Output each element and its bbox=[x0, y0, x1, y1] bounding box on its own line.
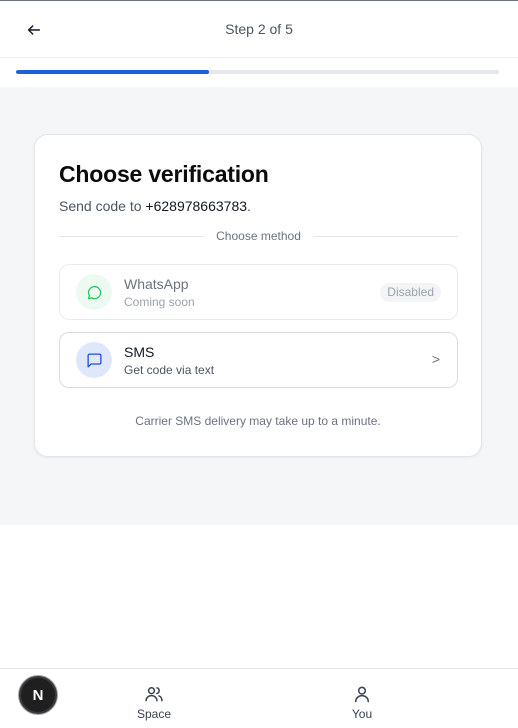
divider-line-left bbox=[59, 235, 205, 237]
method-option-whatsapp: WhatsApp Coming soon Disabled bbox=[59, 264, 458, 320]
divider-line-right bbox=[312, 235, 459, 237]
chat-bubble-icon bbox=[87, 285, 101, 299]
chevron-right-icon: > bbox=[431, 351, 440, 367]
sms-icon-circle bbox=[76, 342, 112, 378]
step-indicator: Step 2 of 5 bbox=[225, 21, 293, 37]
nav-label: You bbox=[351, 707, 373, 721]
disabled-badge: Disabled bbox=[380, 283, 441, 302]
header: Step 2 of 5 bbox=[0, 1, 518, 58]
subtitle-prefix: Send code to bbox=[59, 198, 142, 214]
app-logo-button[interactable]: N bbox=[19, 676, 57, 714]
delivery-note: Carrier SMS delivery may take up to a mi… bbox=[135, 414, 381, 428]
progress-bar-fill bbox=[16, 70, 210, 74]
method-description: Coming soon bbox=[124, 295, 195, 309]
nav-label: Space bbox=[136, 707, 172, 721]
message-square-icon bbox=[86, 352, 102, 368]
nav-item-space[interactable]: Space bbox=[124, 684, 184, 721]
method-name: WhatsApp bbox=[124, 276, 189, 292]
phone-number: +628978663783 bbox=[145, 198, 248, 214]
user-icon bbox=[355, 686, 369, 703]
method-divider: Choose method bbox=[59, 229, 459, 243]
send-code-subtitle: Send code to +628978663783. bbox=[59, 198, 251, 214]
method-name: SMS bbox=[124, 344, 155, 360]
method-option-sms[interactable]: SMS Get code via text > bbox=[59, 332, 458, 388]
progress-bar bbox=[16, 70, 499, 74]
method-description: Get code via text bbox=[124, 363, 215, 377]
users-icon bbox=[145, 687, 163, 702]
subtitle-suffix: . bbox=[247, 198, 251, 214]
nav-item-you[interactable]: You bbox=[332, 684, 392, 721]
main-area: Choose verification Send code to +628978… bbox=[0, 87, 518, 525]
page-title: Choose verification bbox=[59, 161, 269, 187]
verification-card: Choose verification Send code to +628978… bbox=[34, 134, 482, 457]
divider-label: Choose method bbox=[216, 229, 301, 243]
bottom-nav: Space You bbox=[0, 668, 518, 728]
whatsapp-icon-circle bbox=[76, 274, 112, 310]
